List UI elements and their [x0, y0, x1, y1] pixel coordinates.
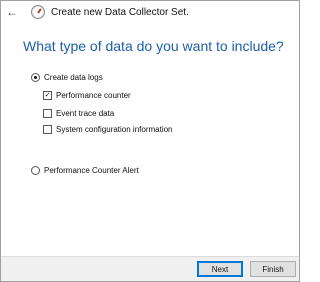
event-trace-data-label: Event trace data [56, 109, 115, 118]
event-trace-data-checkbox[interactable]: Event trace data [43, 109, 114, 118]
wizard-footer: Next Finish [1, 256, 299, 281]
performance-counter-alert-label: Performance Counter Alert [44, 166, 139, 175]
create-data-logs-radio[interactable]: Create data logs [31, 73, 103, 82]
radio-selected-icon[interactable] [31, 73, 40, 82]
back-arrow-icon[interactable]: ← [5, 5, 19, 19]
create-data-logs-label: Create data logs [44, 73, 103, 82]
wizard-window: ← Create new Data Collector Set. What ty… [0, 0, 300, 282]
window-title: Create new Data Collector Set. [51, 6, 189, 18]
checkbox-unchecked-icon[interactable] [43, 125, 52, 134]
finish-button[interactable]: Finish [250, 261, 296, 277]
performance-counter-alert-radio[interactable]: Performance Counter Alert [31, 166, 139, 175]
next-button[interactable]: Next [197, 261, 243, 277]
system-configuration-label: System configuration information [56, 125, 173, 134]
performance-counter-checkbox[interactable]: ✓ Performance counter [43, 91, 131, 100]
data-collector-icon [31, 5, 45, 19]
title-bar: ← Create new Data Collector Set. [1, 1, 299, 23]
radio-unselected-icon[interactable] [31, 166, 40, 175]
page-heading: What type of data do you want to include… [23, 38, 284, 54]
performance-counter-label: Performance counter [56, 91, 131, 100]
checkbox-unchecked-icon[interactable] [43, 109, 52, 118]
checkbox-checked-icon[interactable]: ✓ [43, 91, 52, 100]
system-configuration-checkbox[interactable]: System configuration information [43, 125, 173, 134]
